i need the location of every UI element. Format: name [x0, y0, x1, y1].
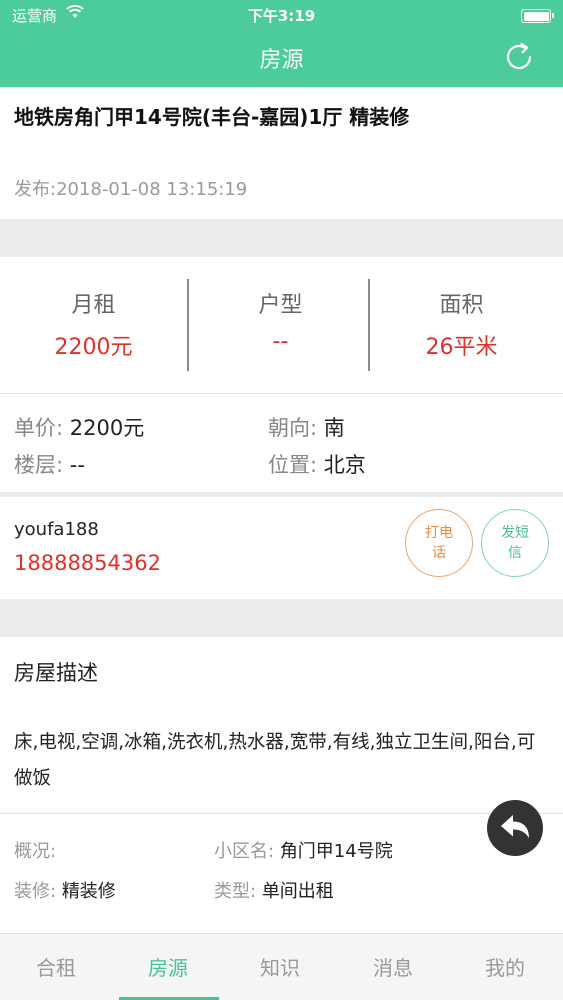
clock: 下午3:19: [247, 7, 316, 25]
battery-icon: [521, 9, 554, 23]
detail-key: 概况:: [14, 841, 57, 862]
detail-key: 装修:: [14, 881, 57, 902]
listing-title-card: 地铁房角门甲14号院(丰台-嘉园)1厅 精装修 发布:2018-01-08 13…: [0, 87, 563, 219]
status-bar: 运营商 下午3:19: [0, 0, 563, 30]
detail-value: 精装修: [61, 881, 116, 902]
stat-label: 户型: [258, 293, 303, 318]
listing-title: 地铁房角门甲14号院(丰台-嘉园)1厅 精装修: [14, 105, 410, 129]
sms-button[interactable]: 发短信: [481, 509, 549, 577]
attr-floor: 楼层: --: [14, 449, 85, 479]
detail-value: 单间出租: [261, 881, 334, 902]
refresh-button[interactable]: [501, 39, 537, 75]
attr-key: 位置:: [268, 453, 318, 477]
stat-area: 面积 26平米: [368, 287, 555, 361]
attr-value: --: [69, 453, 85, 477]
call-button[interactable]: 打电话: [405, 509, 473, 577]
tab-shared-rent[interactable]: 合租: [0, 952, 112, 981]
divider: [0, 393, 563, 394]
stat-value: 26平米: [425, 335, 498, 360]
contact-card: youfa188 18888854362 打电话 发短信: [0, 497, 563, 599]
detail-community: 小区名: 角门甲14号院: [214, 837, 393, 863]
detail-overview: 概况:: [14, 837, 56, 863]
stat-value: 2200元: [54, 335, 133, 360]
contact-phone[interactable]: 18888854362: [14, 551, 161, 575]
back-arrow-icon: [501, 815, 529, 838]
description-card: 房屋描述 床,电视,空调,冰箱,洗衣机,热水器,宽带,有线,独立卫生间,阳台,可…: [0, 637, 563, 933]
page-title: 房源: [259, 48, 304, 73]
detail-value: 角门甲14号院: [279, 841, 393, 862]
call-button-label: 打电话: [425, 525, 453, 561]
attr-unit-price: 单价: 2200元: [14, 412, 144, 442]
tab-knowledge[interactable]: 知识: [224, 952, 336, 981]
bottom-tab-bar: 合租 房源 知识 消息 我的: [0, 933, 563, 1000]
attr-key: 楼层:: [14, 453, 64, 477]
description-text: 床,电视,空调,冰箱,洗衣机,热水器,宽带,有线,独立卫生间,阳台,可做饭: [14, 732, 536, 789]
attr-key: 单价:: [14, 416, 64, 440]
tab-listings[interactable]: 房源: [112, 952, 224, 981]
detail-key: 小区名:: [214, 841, 275, 862]
stat-label: 月租: [71, 293, 116, 318]
detail-key: 类型:: [214, 881, 257, 902]
tab-messages[interactable]: 消息: [337, 952, 449, 981]
divider: [0, 813, 563, 814]
sms-button-label: 发短信: [501, 525, 529, 561]
publish-time: 发布:2018-01-08 13:15:19: [14, 179, 248, 200]
stat-layout: 户型 --: [187, 287, 374, 354]
detail-type: 类型: 单间出租: [214, 877, 334, 903]
attr-value: 北京: [323, 453, 366, 477]
detail-decoration: 装修: 精装修: [14, 877, 116, 903]
tab-profile[interactable]: 我的: [449, 952, 561, 981]
battery-fill: [523, 11, 549, 21]
description-heading: 房屋描述: [14, 661, 98, 685]
app-header: 运营商 下午3:19 房源: [0, 0, 563, 87]
contact-name: youfa188: [14, 519, 99, 540]
attr-orientation: 朝向: 南: [268, 412, 345, 442]
stat-value: --: [272, 329, 289, 354]
attr-key: 朝向:: [268, 416, 318, 440]
stat-rent: 月租 2200元: [0, 287, 187, 361]
attr-value: 南: [323, 416, 345, 440]
listing-stats-card: 月租 2200元 户型 -- 面积 26平米 单价: 2200元 朝向: 南 楼…: [0, 257, 563, 492]
attr-location: 位置: 北京: [268, 449, 366, 479]
refresh-icon: [506, 42, 532, 70]
attr-value: 2200元: [69, 416, 145, 440]
back-button[interactable]: [487, 800, 543, 856]
stat-label: 面积: [439, 293, 484, 318]
